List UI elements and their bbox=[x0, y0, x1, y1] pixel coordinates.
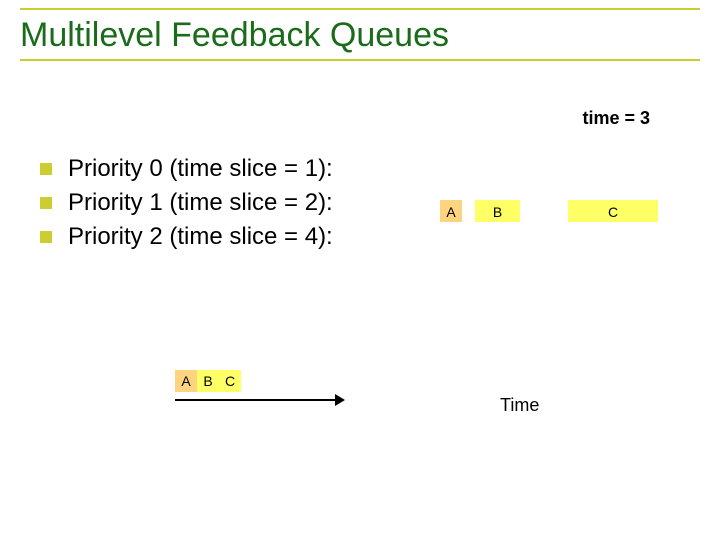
timeline-box: C bbox=[219, 370, 241, 392]
title-rule-bottom bbox=[20, 59, 700, 61]
arrow-right-icon bbox=[335, 394, 345, 406]
queue-box-b: B bbox=[475, 200, 520, 222]
slide-title: Multilevel Feedback Queues bbox=[20, 10, 700, 59]
bullet-item: Priority 1 (time slice = 2): bbox=[40, 189, 333, 217]
bullet-item: Priority 0 (time slice = 1): bbox=[40, 155, 333, 183]
bullet-text: Priority 2 (time slice = 4): bbox=[68, 223, 333, 251]
queue-box-a: A bbox=[440, 200, 462, 222]
bullet-text: Priority 1 (time slice = 2): bbox=[68, 189, 333, 217]
axis-line bbox=[175, 399, 335, 401]
bullet-square-icon bbox=[40, 231, 52, 243]
priority1-queue-row: A B C bbox=[440, 200, 670, 222]
bullet-item: Priority 2 (time slice = 4): bbox=[40, 223, 333, 251]
timeline-axis bbox=[175, 394, 510, 408]
bullet-square-icon bbox=[40, 197, 52, 209]
timeline-boxes: A B C bbox=[175, 370, 510, 392]
title-block: Multilevel Feedback Queues bbox=[20, 8, 700, 61]
timeline: A B C bbox=[175, 370, 510, 408]
timeline-box: B bbox=[197, 370, 219, 392]
time-counter: time = 3 bbox=[582, 108, 650, 129]
timeline-box: A bbox=[175, 370, 197, 392]
bullet-text: Priority 0 (time slice = 1): bbox=[68, 155, 333, 183]
bullet-square-icon bbox=[40, 163, 52, 175]
queue-box-c: C bbox=[568, 200, 658, 222]
timeline-axis-label: Time bbox=[500, 395, 539, 416]
bullet-list: Priority 0 (time slice = 1): Priority 1 … bbox=[40, 155, 333, 257]
